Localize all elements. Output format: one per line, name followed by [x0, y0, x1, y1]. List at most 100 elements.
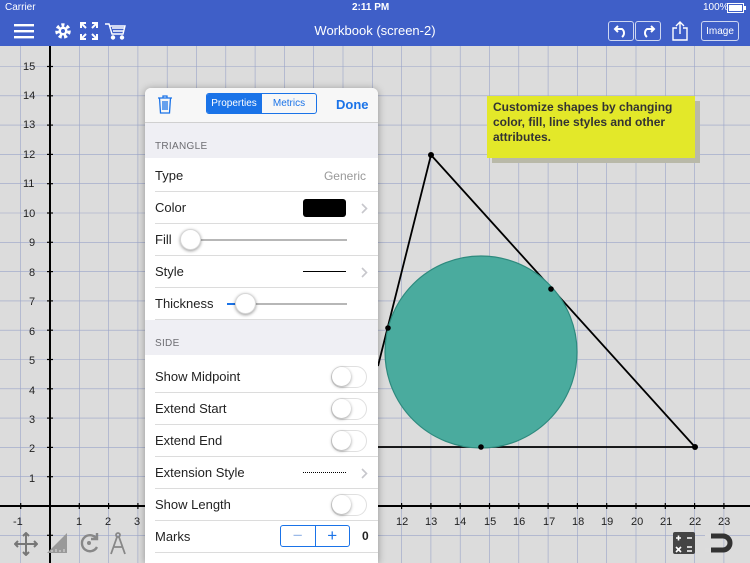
fill-row: Fill — [145, 224, 378, 256]
chevron-right-icon — [361, 468, 368, 479]
shape-properties-panel: Properties Metrics Done TRIANGLE Type Ge… — [145, 88, 378, 563]
y-tick-label: 14 — [23, 90, 35, 102]
marks-label: Marks — [155, 529, 191, 544]
share-icon[interactable] — [670, 20, 690, 42]
undo-icon[interactable] — [608, 21, 634, 41]
image-button[interactable]: Image — [701, 21, 739, 41]
tangent-point[interactable] — [385, 325, 391, 331]
fullscreen-icon[interactable] — [78, 20, 100, 42]
chevron-right-icon — [361, 267, 368, 278]
extend-start-label: Extend Start — [155, 401, 227, 416]
decrement-button[interactable]: − — [281, 526, 316, 546]
color-row[interactable]: Color — [145, 192, 378, 224]
y-tick-label: 13 — [23, 119, 35, 131]
x-tick-label: 13 — [425, 516, 437, 528]
move-icon[interactable] — [13, 531, 39, 561]
show-midpoint-row: Show Midpoint — [145, 361, 378, 393]
fill-slider-knob[interactable] — [180, 229, 201, 250]
magnet-icon[interactable] — [703, 532, 739, 559]
line-style-preview — [303, 271, 346, 272]
y-tick-label: 9 — [29, 237, 35, 249]
section-side: SIDE — [145, 320, 378, 355]
show-length-row: Show Length — [145, 489, 378, 521]
calculator-icon[interactable] — [673, 532, 695, 559]
y-tick-label: 7 — [29, 296, 35, 308]
y-tick-label: 10 — [23, 208, 35, 220]
thickness-label: Thickness — [155, 296, 214, 311]
trash-icon[interactable] — [157, 94, 173, 119]
done-button[interactable]: Done — [336, 97, 369, 112]
y-tick-label: 3 — [29, 414, 35, 426]
clock: 2:11 PM — [352, 2, 390, 13]
extend-start-row: Extend Start — [145, 393, 378, 425]
status-bar: Carrier 2:11 PM 100% — [0, 0, 750, 16]
y-tick-label: 11 — [23, 178, 34, 190]
increment-button[interactable]: + — [316, 526, 350, 546]
redo-icon[interactable] — [635, 21, 661, 41]
tangent-point[interactable] — [548, 286, 554, 292]
fill-slider-track[interactable] — [191, 239, 347, 241]
show-length-toggle[interactable] — [331, 494, 367, 516]
compass-icon[interactable] — [108, 532, 128, 561]
panel-header: Properties Metrics Done — [145, 88, 378, 123]
battery-icon — [727, 3, 746, 13]
extension-style-preview — [303, 472, 346, 473]
x-tick-label: 20 — [631, 516, 643, 528]
thickness-slider-knob[interactable] — [235, 293, 256, 314]
y-tick-label: 15 — [23, 61, 35, 73]
color-label: Color — [155, 200, 187, 215]
extension-style-row[interactable]: Extension Style — [145, 457, 378, 489]
tab-metrics[interactable]: Metrics — [261, 94, 316, 113]
section-title: TRIANGLE — [155, 141, 208, 152]
y-tick-label: 8 — [29, 267, 35, 279]
marks-stepper[interactable]: − + — [280, 525, 350, 547]
x-tick-label: 15 — [484, 516, 496, 528]
marks-row: Marks − + 0 — [145, 521, 378, 553]
show-length-label: Show Length — [155, 497, 231, 512]
cart-icon[interactable] — [104, 20, 128, 42]
show-midpoint-label: Show Midpoint — [155, 369, 241, 384]
y-tick-label: 6 — [29, 326, 35, 338]
x-tick-label: 3 — [134, 516, 140, 528]
marks-value: 0 — [362, 529, 369, 543]
tab-properties[interactable]: Properties — [207, 94, 261, 113]
rotate-icon[interactable] — [78, 532, 100, 559]
x-tick-label: 2 — [105, 516, 111, 528]
show-midpoint-toggle[interactable] — [331, 366, 367, 388]
extension-style-label: Extension Style — [155, 465, 245, 480]
y-tick-label: 2 — [29, 443, 35, 455]
x-tick-label: 12 — [396, 516, 408, 528]
carrier-label: Carrier — [5, 2, 36, 13]
inscribed-circle[interactable] — [384, 255, 578, 449]
y-axis-labels: 15 14 13 12 11 10 9 8 7 6 5 4 3 2 1 — [23, 61, 35, 485]
extend-start-toggle[interactable] — [331, 398, 367, 420]
x-tick-label: 21 — [660, 516, 672, 528]
fill-label: Fill — [155, 232, 172, 247]
extend-end-label: Extend End — [155, 433, 223, 448]
chevron-right-icon — [361, 203, 368, 214]
battery-percent: 100% — [703, 2, 729, 13]
tangent-point[interactable] — [478, 444, 484, 450]
x-tick-label: 22 — [689, 516, 701, 528]
color-swatch[interactable] — [303, 199, 346, 217]
ruler-icon[interactable] — [46, 532, 68, 559]
extend-end-toggle[interactable] — [331, 430, 367, 452]
gear-icon[interactable] — [52, 20, 74, 42]
vertex-point[interactable] — [428, 152, 434, 158]
type-label: Type — [155, 168, 184, 183]
hint-callout: Customize shapes by changing color, fill… — [487, 96, 695, 158]
section-title: SIDE — [155, 338, 180, 349]
section-triangle: TRIANGLE — [145, 123, 378, 158]
thickness-row: Thickness — [145, 288, 378, 320]
y-tick-label: 12 — [23, 149, 35, 161]
panel-tabs: Properties Metrics — [206, 93, 317, 114]
x-tick-label: 17 — [543, 516, 555, 528]
x-tick-label: 19 — [601, 516, 613, 528]
x-tick-label: 16 — [513, 516, 525, 528]
x-tick-label: 14 — [454, 516, 466, 528]
x-tick-label: 1 — [76, 516, 82, 528]
vertex-point[interactable] — [692, 444, 698, 450]
style-row[interactable]: Style — [145, 256, 378, 288]
menu-icon[interactable] — [13, 22, 35, 40]
y-tick-label: 5 — [29, 355, 35, 367]
